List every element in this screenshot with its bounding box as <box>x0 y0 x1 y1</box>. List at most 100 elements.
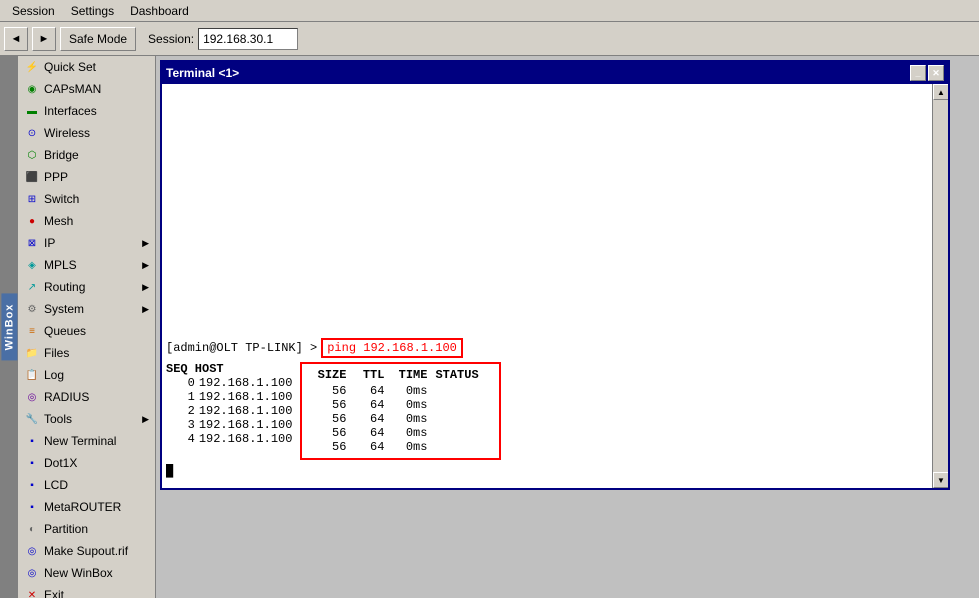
exit-icon: ✕ <box>24 587 40 598</box>
cursor-line: █ <box>166 464 928 478</box>
status-2 <box>435 412 495 426</box>
seq-3: 3 <box>166 418 195 432</box>
scroll-down-button[interactable]: ▼ <box>933 472 948 488</box>
sidebar-item-queues[interactable]: ≡ Queues <box>18 320 155 342</box>
ttl-0: 64 <box>354 384 384 398</box>
terminal-close-button[interactable]: ✕ <box>928 65 944 81</box>
menu-settings[interactable]: Settings <box>63 2 122 20</box>
host-2: 192.168.1.100 <box>199 404 293 418</box>
ip-icon: ⊠ <box>24 235 40 251</box>
sidebar-item-new-winbox[interactable]: ◎ New WinBox <box>18 562 155 584</box>
prompt-text: [admin@OLT TP-LINK] > <box>166 341 317 355</box>
sidebar-item-capsman[interactable]: ◉ CAPsMAN <box>18 78 155 100</box>
sidebar-label-dot1x: Dot1X <box>44 456 77 470</box>
wireless-icon: ⊙ <box>24 125 40 141</box>
routing-arrow: ▶ <box>142 282 149 293</box>
routing-icon: ↗ <box>24 279 40 295</box>
sidebar-label-exit: Exit <box>44 588 64 598</box>
scrollbar-track[interactable] <box>933 100 948 472</box>
terminal-output: [admin@OLT TP-LINK] > ping 192.168.1.100… <box>166 338 928 478</box>
terminal-content[interactable]: [admin@OLT TP-LINK] > ping 192.168.1.100… <box>162 84 932 488</box>
forward-button[interactable]: ► <box>32 27 56 51</box>
session-label: Session: <box>148 32 194 46</box>
sidebar-item-new-terminal[interactable]: ▪ New Terminal <box>18 430 155 452</box>
stats-row: 56 64 0ms <box>306 440 495 454</box>
size-header: SIZE <box>306 368 346 382</box>
sidebar-item-wireless[interactable]: ⊙ Wireless <box>18 122 155 144</box>
sidebar-item-mesh[interactable]: ● Mesh <box>18 210 155 232</box>
scroll-up-button[interactable]: ▲ <box>933 84 948 100</box>
sidebar-label-routing: Routing <box>44 280 85 294</box>
ttl-3: 64 <box>354 426 384 440</box>
sidebar-label-metarouter: MetaROUTER <box>44 500 121 514</box>
sidebar-item-switch[interactable]: ⊞ Switch <box>18 188 155 210</box>
switch-icon: ⊞ <box>24 191 40 207</box>
host-1: 192.168.1.100 <box>199 390 293 404</box>
content-area: Terminal <1> _ ✕ [admin@OLT TP-LINK] > <box>156 56 979 598</box>
sidebar-item-make-supout[interactable]: ◎ Make Supout.rif <box>18 540 155 562</box>
terminal-minimize-button[interactable]: _ <box>910 65 926 81</box>
mpls-icon: ◈ <box>24 257 40 273</box>
session-value: 192.168.30.1 <box>198 28 298 50</box>
sidebar-item-tools[interactable]: 🔧 Tools ▶ <box>18 408 155 430</box>
sidebar-label-mesh: Mesh <box>44 214 73 228</box>
ping-stats-box: SIZE TTL TIME STATUS 56 64 0ms <box>300 362 501 460</box>
tools-icon: 🔧 <box>24 411 40 427</box>
safe-mode-button[interactable]: Safe Mode <box>60 27 136 51</box>
sidebar-item-dot1x[interactable]: ▪ Dot1X <box>18 452 155 474</box>
sidebar-item-exit[interactable]: ✕ Exit <box>18 584 155 598</box>
sidebar-label-new-winbox: New WinBox <box>44 566 113 580</box>
sidebar-item-mpls[interactable]: ◈ MPLS ▶ <box>18 254 155 276</box>
capsman-icon: ◉ <box>24 81 40 97</box>
terminal-titlebar: Terminal <1> _ ✕ <box>162 62 948 84</box>
back-button[interactable]: ◄ <box>4 27 28 51</box>
make-supout-icon: ◎ <box>24 543 40 559</box>
prompt-line: [admin@OLT TP-LINK] > ping 192.168.1.100 <box>166 338 928 358</box>
ip-arrow: ▶ <box>142 238 149 249</box>
sidebar-item-lcd[interactable]: ▪ LCD <box>18 474 155 496</box>
sidebar-item-metarouter[interactable]: ▪ MetaROUTER <box>18 496 155 518</box>
sidebar-label-partition: Partition <box>44 522 88 536</box>
host-3: 192.168.1.100 <box>199 418 293 432</box>
sidebar-label-ip: IP <box>44 236 55 250</box>
stats-row: 56 64 0ms <box>306 398 495 412</box>
sidebar-item-log[interactable]: 📋 Log <box>18 364 155 386</box>
sidebar-item-system[interactable]: ⚙ System ▶ <box>18 298 155 320</box>
sidebar-item-interfaces[interactable]: ▬ Interfaces <box>18 100 155 122</box>
sidebar-item-partition[interactable]: ◐ Partition <box>18 518 155 540</box>
ttl-2: 64 <box>354 412 384 426</box>
menu-dashboard[interactable]: Dashboard <box>122 2 197 20</box>
sidebar-label-mpls: MPLS <box>44 258 77 272</box>
sidebar-item-ip[interactable]: ⊠ IP ▶ <box>18 232 155 254</box>
sidebar-label-new-terminal: New Terminal <box>44 434 116 448</box>
bridge-icon: ⬡ <box>24 147 40 163</box>
sidebar-label-quick-set: Quick Set <box>44 60 96 74</box>
seq-host-table: SEQ HOST 0 192.168.1.100 1 192.168.1.100 <box>166 362 292 460</box>
seq-2: 2 <box>166 404 195 418</box>
sidebar-item-radius[interactable]: ◎ RADIUS <box>18 386 155 408</box>
sidebar: ⚡ Quick Set ◉ CAPsMAN ▬ Interfaces ⊙ Wir… <box>18 56 156 598</box>
radius-icon: ◎ <box>24 389 40 405</box>
sidebar-label-lcd: LCD <box>44 478 68 492</box>
seq-host-header: SEQ HOST <box>166 362 292 376</box>
seq-0: 0 <box>166 376 195 390</box>
menu-session[interactable]: Session <box>4 2 63 20</box>
host-4: 192.168.1.100 <box>199 432 293 446</box>
close-icon: ✕ <box>932 68 940 79</box>
lcd-icon: ▪ <box>24 477 40 493</box>
time-0: 0ms <box>392 384 427 398</box>
sidebar-item-bridge[interactable]: ⬡ Bridge <box>18 144 155 166</box>
table-row: 4 192.168.1.100 <box>166 432 292 446</box>
sidebar-item-files[interactable]: 📁 Files <box>18 342 155 364</box>
sidebar-item-routing[interactable]: ↗ Routing ▶ <box>18 276 155 298</box>
status-1 <box>435 398 495 412</box>
sidebar-label-make-supout: Make Supout.rif <box>44 544 128 558</box>
sidebar-item-quick-set[interactable]: ⚡ Quick Set <box>18 56 155 78</box>
sidebar-label-switch: Switch <box>44 192 79 206</box>
seq-1: 1 <box>166 390 195 404</box>
winbox-label: WinBox <box>1 294 17 361</box>
size-4: 56 <box>306 440 346 454</box>
sidebar-label-wireless: Wireless <box>44 126 90 140</box>
stats-row: 56 64 0ms <box>306 412 495 426</box>
sidebar-item-ppp[interactable]: ⬛ PPP <box>18 166 155 188</box>
